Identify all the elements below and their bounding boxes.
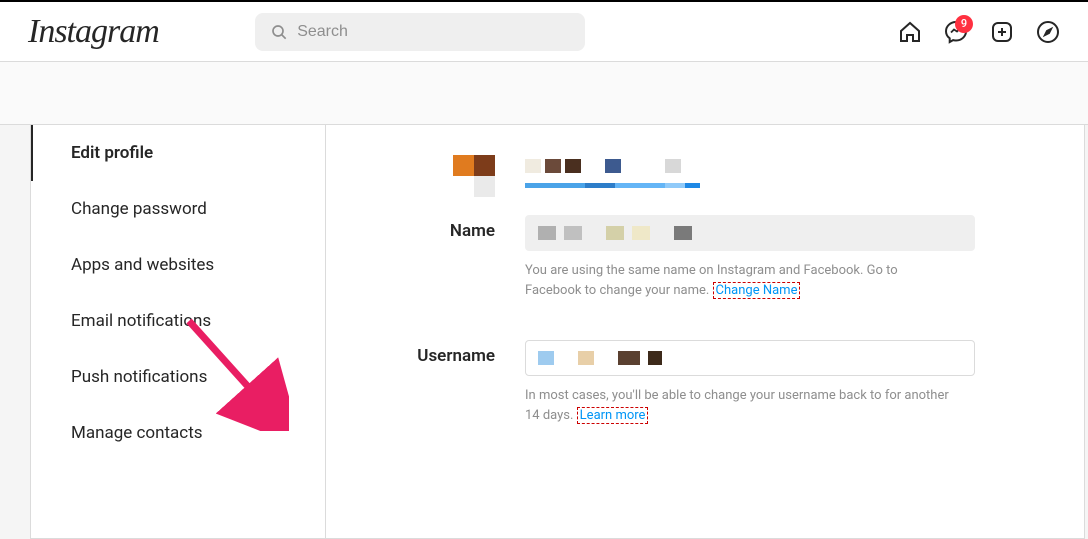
page-body: Edit profile Change password Apps and we… [0, 124, 1088, 539]
settings-content: Name You are using the same name on Inst… [326, 125, 1084, 538]
new-post-icon[interactable] [990, 20, 1014, 44]
notification-badge: 9 [955, 15, 973, 33]
settings-sidebar: Edit profile Change password Apps and we… [31, 125, 326, 538]
redacted-username [525, 159, 975, 173]
profile-header-row [381, 155, 1029, 197]
username-help-text: In most cases, you'll be able to change … [525, 386, 955, 425]
settings-panel: Edit profile Change password Apps and we… [30, 125, 1085, 539]
sidebar-item-change-password[interactable]: Change password [31, 181, 325, 237]
name-label: Name [381, 215, 525, 300]
username-label: Username [381, 340, 525, 425]
messenger-icon[interactable]: 9 [944, 20, 968, 44]
avatar[interactable] [453, 155, 495, 197]
sidebar-item-manage-contacts[interactable]: Manage contacts [31, 405, 325, 461]
sidebar-item-edit-profile[interactable]: Edit profile [31, 125, 325, 181]
change-name-link[interactable]: Change Name [713, 282, 801, 299]
name-row: Name You are using the same name on Inst… [381, 215, 1029, 300]
username-row: Username In most cases, you'll be able t… [381, 340, 1029, 425]
top-navigation-bar: Instagram 9 [0, 0, 1088, 62]
username-input[interactable] [525, 340, 975, 376]
redacted-link[interactable] [525, 183, 975, 188]
learn-more-link[interactable]: Learn more [577, 407, 649, 424]
search-container [255, 13, 585, 51]
search-input[interactable] [297, 23, 569, 41]
explore-icon[interactable] [1036, 20, 1060, 44]
search-box[interactable] [255, 13, 585, 51]
home-icon[interactable] [898, 20, 922, 44]
sidebar-item-apps-and-websites[interactable]: Apps and websites [31, 237, 325, 293]
name-help-text: You are using the same name on Instagram… [525, 261, 955, 300]
nav-icons: 9 [898, 20, 1060, 44]
name-input[interactable] [525, 215, 975, 251]
sidebar-item-email-notifications[interactable]: Email notifications [31, 293, 325, 349]
search-icon [271, 24, 287, 40]
sidebar-item-push-notifications[interactable]: Push notifications [31, 349, 325, 405]
instagram-logo[interactable]: Instagram [28, 13, 159, 51]
profile-name-display [525, 155, 975, 197]
